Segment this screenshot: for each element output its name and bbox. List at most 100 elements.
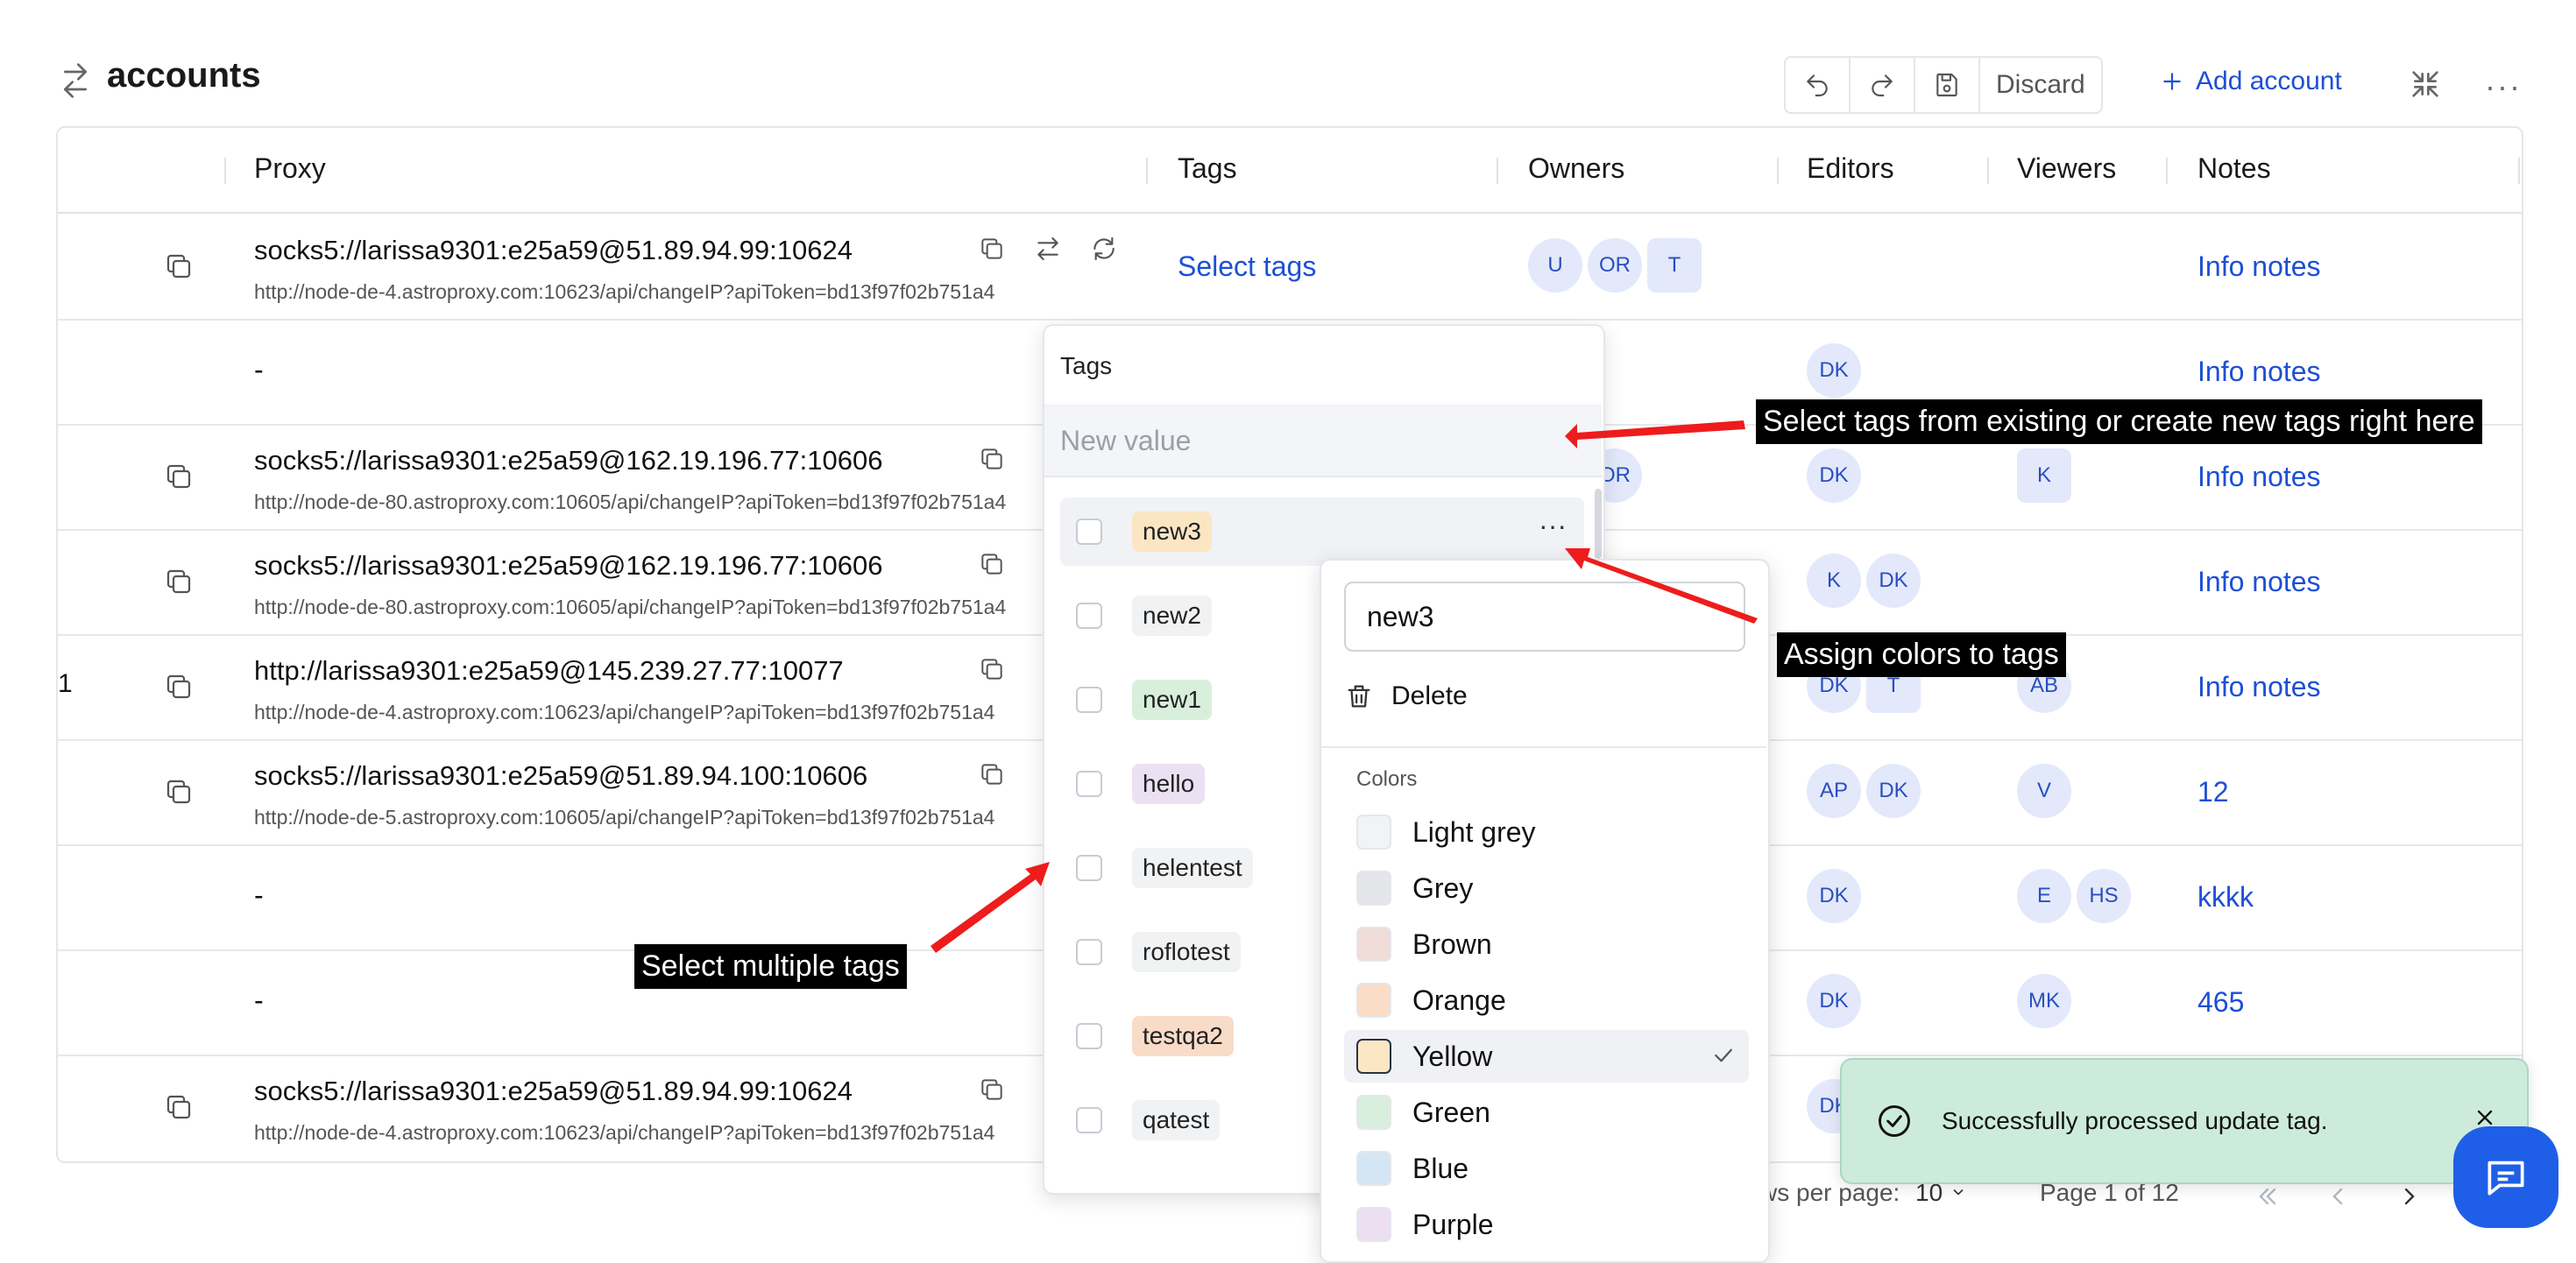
- redo-icon: [1872, 74, 1893, 97]
- copy-icon[interactable]: [163, 671, 195, 702]
- color-option-brown[interactable]: Brown: [1344, 918, 1749, 970]
- notes-link[interactable]: 12: [2197, 776, 2229, 808]
- copy-icon[interactable]: [978, 655, 1006, 683]
- new-tag-field[interactable]: [1044, 405, 1602, 477]
- color-option-purple[interactable]: Purple: [1344, 1198, 1749, 1251]
- copy-icon[interactable]: [978, 760, 1006, 788]
- swap-icon[interactable]: [1034, 235, 1062, 263]
- refresh-icon[interactable]: [1090, 235, 1118, 263]
- avatar[interactable]: DK: [1866, 554, 1921, 608]
- proxy-address: -: [254, 984, 264, 1016]
- collapse-icon[interactable]: [2408, 67, 2443, 102]
- next-page-icon[interactable]: [2396, 1182, 2424, 1210]
- color-name: Blue: [1412, 1153, 1469, 1184]
- copy-icon[interactable]: [978, 1076, 1006, 1104]
- new-tag-input[interactable]: [1058, 418, 1588, 463]
- color-option-yellow[interactable]: Yellow: [1344, 1030, 1749, 1083]
- notes-link[interactable]: 465: [2197, 986, 2244, 1019]
- color-option-orange[interactable]: Orange: [1344, 974, 1749, 1027]
- tag-chip: helentest: [1132, 848, 1253, 888]
- column-header-owners[interactable]: Owners: [1528, 152, 1624, 185]
- copy-icon[interactable]: [978, 445, 1006, 473]
- chat-button[interactable]: [2453, 1126, 2558, 1228]
- add-account-label: Add account: [2196, 67, 2342, 95]
- delete-tag-button[interactable]: Delete: [1344, 681, 1468, 711]
- success-toast: Successfully processed update tag.: [1840, 1058, 2529, 1184]
- color-option-green[interactable]: Green: [1344, 1086, 1749, 1139]
- avatar[interactable]: DK: [1807, 869, 1861, 923]
- avatar[interactable]: AP: [1807, 764, 1861, 818]
- tag-color-popover: Delete Colors Light grey Grey Brown Oran…: [1320, 559, 1770, 1263]
- annotation-multi-hint: Select multiple tags: [634, 944, 907, 989]
- avatar[interactable]: DK: [1807, 448, 1861, 503]
- avatar[interactable]: DK: [1866, 764, 1921, 818]
- copy-icon[interactable]: [978, 550, 1006, 578]
- notes-link[interactable]: Info notes: [2197, 356, 2321, 388]
- column-header-editors[interactable]: Editors: [1807, 152, 1894, 185]
- table-row[interactable]: socks5://larissa9301:e25a59@51.89.94.99:…: [58, 214, 2522, 321]
- avatar[interactable]: DK: [1807, 343, 1861, 398]
- copy-icon[interactable]: [163, 250, 195, 282]
- color-option-grey[interactable]: Grey: [1344, 862, 1749, 914]
- switch-arrows-icon[interactable]: [58, 63, 93, 98]
- avatar[interactable]: MK: [2017, 974, 2071, 1028]
- notes-link[interactable]: kkkk: [2197, 881, 2254, 914]
- tag-checkbox[interactable]: [1076, 687, 1102, 713]
- copy-icon[interactable]: [163, 776, 195, 808]
- undo-button[interactable]: [1786, 58, 1851, 112]
- tag-checkbox[interactable]: [1076, 1023, 1102, 1049]
- tag-name-input[interactable]: [1344, 582, 1745, 652]
- avatar[interactable]: E: [2017, 869, 2071, 923]
- save-button[interactable]: [1915, 58, 1980, 112]
- tag-option-new3[interactable]: new3 ···: [1060, 497, 1584, 566]
- avatar[interactable]: V: [2017, 764, 2071, 818]
- avatar[interactable]: T: [1647, 238, 1702, 293]
- proxy-address: socks5://larissa9301:e25a59@51.89.94.99:…: [254, 235, 853, 265]
- tag-checkbox[interactable]: [1076, 519, 1102, 545]
- scrollbar[interactable]: [1595, 489, 1602, 559]
- color-name: Orange: [1412, 984, 1506, 1016]
- select-tags-link[interactable]: Select tags: [1178, 250, 1316, 283]
- color-option-blue[interactable]: Blue: [1344, 1142, 1749, 1195]
- column-separator: [1497, 158, 1498, 184]
- tag-more-icon[interactable]: ···: [1539, 510, 1567, 542]
- color-swatch: [1356, 983, 1391, 1018]
- avatar[interactable]: K: [1807, 554, 1861, 608]
- copy-icon[interactable]: [163, 461, 195, 492]
- tag-checkbox[interactable]: [1076, 939, 1102, 965]
- avatar[interactable]: U: [1528, 238, 1582, 293]
- column-header-notes[interactable]: Notes: [2197, 152, 2271, 185]
- redo-button[interactable]: [1851, 58, 1915, 112]
- color-swatch: [1356, 1207, 1391, 1242]
- color-option-light-grey[interactable]: Light grey: [1344, 806, 1749, 858]
- colors-section-label: Colors: [1356, 767, 1418, 791]
- prev-page-icon[interactable]: [2324, 1182, 2352, 1210]
- tags-popover-title: Tags: [1060, 352, 1113, 379]
- copy-icon[interactable]: [163, 1091, 195, 1123]
- proxy-change-ip-url: http://node-de-80.astroproxy.com:10605/a…: [254, 596, 1007, 618]
- tag-checkbox[interactable]: [1076, 771, 1102, 797]
- avatar[interactable]: OR: [1588, 238, 1642, 293]
- discard-button[interactable]: Discard: [1980, 58, 2101, 112]
- add-account-button[interactable]: Add account: [2161, 67, 2342, 96]
- notes-link[interactable]: Info notes: [2197, 461, 2321, 493]
- annotation-colors-hint: Assign colors to tags: [1777, 632, 2066, 677]
- first-page-icon[interactable]: [2254, 1182, 2282, 1210]
- tag-checkbox[interactable]: [1076, 855, 1102, 881]
- column-header-viewers[interactable]: Viewers: [2017, 152, 2116, 185]
- notes-link[interactable]: Info notes: [2197, 566, 2321, 598]
- column-separator: [1987, 158, 1989, 184]
- notes-link[interactable]: Info notes: [2197, 250, 2321, 283]
- tag-checkbox[interactable]: [1076, 1107, 1102, 1133]
- column-header-proxy[interactable]: Proxy: [254, 152, 326, 185]
- copy-icon[interactable]: [163, 566, 195, 597]
- avatar[interactable]: K: [2017, 448, 2071, 503]
- avatar[interactable]: DK: [1807, 974, 1861, 1028]
- proxy-address: socks5://larissa9301:e25a59@51.89.94.99:…: [254, 1076, 853, 1106]
- tag-checkbox[interactable]: [1076, 603, 1102, 629]
- notes-link[interactable]: Info notes: [2197, 671, 2321, 703]
- copy-icon[interactable]: [978, 235, 1006, 263]
- avatar[interactable]: HS: [2077, 869, 2131, 923]
- column-header-tags[interactable]: Tags: [1178, 152, 1237, 185]
- more-options-icon[interactable]: ···: [2485, 68, 2522, 105]
